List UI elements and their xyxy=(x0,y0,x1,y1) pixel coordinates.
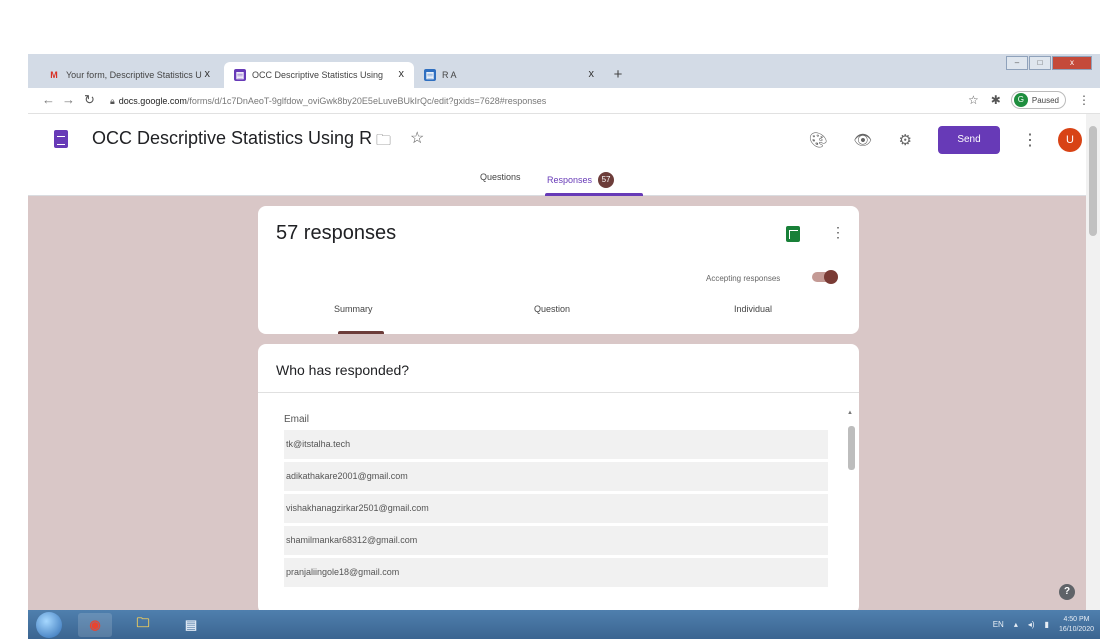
extension-icon[interactable]: ✱ xyxy=(991,93,1001,107)
explorer-icon[interactable]: 🗀︎ xyxy=(126,613,160,637)
page-scrollbar[interactable] xyxy=(1086,114,1100,610)
url-path: /forms/d/1c7DnAeoT-9glfdow_oviGwk8by20E5… xyxy=(186,96,547,106)
tab-responses-label: Responses xyxy=(547,175,593,185)
browser-window: M Your form, Descriptive Statistics U x … xyxy=(28,54,1100,639)
who-responded-card: Who has responded? Email tk@itstalha.tec… xyxy=(258,344,859,610)
folder-icon[interactable]: 🗀︎ xyxy=(376,130,391,155)
windows-start-icon[interactable] xyxy=(36,612,62,638)
scrollbar-thumb[interactable] xyxy=(848,426,855,470)
minimize-button[interactable]: – xyxy=(1006,56,1028,70)
tab-forms-active[interactable]: ▤ OCC Descriptive Statistics Using x xyxy=(224,62,414,88)
subtab-question[interactable]: Question xyxy=(534,304,570,314)
forms-header: OCC Descriptive Statistics Using R 🗀︎ ☆ … xyxy=(28,114,1100,196)
scroll-up-icon[interactable]: ▲ xyxy=(847,410,853,416)
tray-arrow-icon[interactable]: ▴ xyxy=(1014,620,1018,629)
doc-icon: ▤ xyxy=(424,69,436,81)
tab-title: OCC Descriptive Statistics Using xyxy=(252,70,384,80)
close-tab-icon[interactable]: x xyxy=(399,68,405,80)
settings-gear-icon[interactable]: ⚙ xyxy=(899,131,912,149)
profile-avatar: G xyxy=(1013,93,1028,107)
profile-paused-button[interactable]: G Paused xyxy=(1010,91,1066,109)
header-actions: 🎨︎ 👁︎ ⚙ Send ⋮ U xyxy=(808,126,1082,154)
forms-logo-icon[interactable] xyxy=(54,130,68,148)
email-list[interactable]: Email tk@itstalha.tech adikathakare2001@… xyxy=(284,410,828,590)
responses-summary-card: 57 responses ⋮ Accepting responses Summa… xyxy=(258,206,859,334)
tab-questions[interactable]: Questions xyxy=(480,172,521,182)
chrome-icon[interactable]: ◉ xyxy=(78,613,112,637)
accepting-responses-label: Accepting responses xyxy=(706,274,781,283)
preview-eye-icon[interactable]: 👁︎ xyxy=(854,131,873,149)
language-indicator[interactable]: EN xyxy=(993,620,1004,629)
forms-icon: ▤ xyxy=(234,69,246,81)
email-list-scrollbar[interactable]: ▲ xyxy=(845,410,857,610)
sheets-icon[interactable] xyxy=(786,226,800,242)
paused-label: Paused xyxy=(1031,95,1059,105)
volume-icon[interactable]: ◂) xyxy=(1028,620,1035,629)
system-tray: EN ▴ ◂) ▮ 4:50 PM 16/10/2020 xyxy=(993,610,1094,639)
window-controls: – □ x xyxy=(1005,56,1092,72)
network-icon[interactable]: ▮ xyxy=(1045,620,1049,629)
tab-gmail[interactable]: M Your form, Descriptive Statistics U x xyxy=(38,62,220,88)
help-icon[interactable]: ? xyxy=(1059,584,1075,600)
form-tabs: Questions Responses 57 xyxy=(28,166,1100,196)
tab-strip: M Your form, Descriptive Statistics U x … xyxy=(28,54,1100,88)
responses-count: 57 responses xyxy=(276,222,397,244)
scrollbar-thumb[interactable] xyxy=(1089,126,1097,236)
divider xyxy=(258,392,859,393)
subtab-summary[interactable]: Summary xyxy=(334,304,373,314)
clock-time: 4:50 PM xyxy=(1063,615,1090,623)
reload-icon[interactable]: ↻ xyxy=(84,92,95,108)
windows-taskbar: ◉ 🗀︎ ▤ EN ▴ ◂) ▮ 4:50 PM 16/10/2020 xyxy=(28,610,1100,639)
address-bar: ← → ↻ 🔒︎ docs.google.com/forms/d/1c7DnAeo… xyxy=(28,88,1100,114)
back-icon[interactable]: ← xyxy=(42,92,55,107)
tab-title: Your form, Descriptive Statistics U xyxy=(66,70,202,80)
more-vert-icon[interactable]: ⋮ xyxy=(1022,130,1038,150)
new-tab-button[interactable]: + xyxy=(609,66,627,84)
more-vert-icon[interactable]: ⋮ xyxy=(831,224,845,241)
star-icon[interactable]: ☆ xyxy=(968,93,979,107)
list-item: vishakhanagzirkar2501@gmail.com xyxy=(284,494,828,523)
close-tab-icon[interactable]: x xyxy=(589,68,595,80)
maximize-button[interactable]: □ xyxy=(1029,56,1051,70)
list-item: shamilmankar68312@gmail.com xyxy=(284,526,828,555)
star-icon[interactable]: ☆ xyxy=(410,128,424,148)
forward-icon[interactable]: → xyxy=(62,92,75,107)
clock-date: 16/10/2020 xyxy=(1058,625,1094,633)
toolbar-right: ☆ ✱ G Paused ⋮ xyxy=(956,91,1090,109)
list-item: adikathakare2001@gmail.com xyxy=(284,462,828,491)
url-field[interactable]: 🔒︎ docs.google.com/forms/d/1c7DnAeoT-9glf… xyxy=(110,91,930,111)
lock-icon: 🔒︎ xyxy=(110,96,115,106)
responses-count-badge: 57 xyxy=(598,172,615,188)
tab-ra[interactable]: ▤ R A x xyxy=(414,62,604,88)
close-tab-icon[interactable]: x xyxy=(205,68,211,80)
url-host: docs.google.com xyxy=(118,96,187,106)
form-title[interactable]: OCC Descriptive Statistics Using R xyxy=(92,128,372,149)
clock[interactable]: 4:50 PM 16/10/2020 xyxy=(1059,615,1094,635)
palette-icon[interactable]: 🎨︎ xyxy=(808,131,827,149)
avatar[interactable]: U xyxy=(1058,128,1082,152)
gmail-icon: M xyxy=(50,70,58,80)
app-icon[interactable]: ▤ xyxy=(174,613,208,637)
tab-responses[interactable]: Responses 57 xyxy=(547,172,615,188)
list-item: tk@itstalha.tech xyxy=(284,430,828,459)
active-subtab-indicator xyxy=(338,331,384,334)
responses-area: 57 responses ⋮ Accepting responses Summa… xyxy=(28,196,1086,610)
tab-title: R A xyxy=(442,70,457,80)
accepting-responses-toggle[interactable] xyxy=(812,270,838,284)
who-responded-title: Who has responded? xyxy=(276,362,410,378)
list-item: pranjaliingole18@gmail.com xyxy=(284,558,828,587)
toggle-knob xyxy=(824,270,838,284)
email-column-header: Email xyxy=(284,414,310,425)
chrome-menu-icon[interactable]: ⋮ xyxy=(1078,93,1090,107)
send-button[interactable]: Send xyxy=(938,126,1000,154)
subtab-individual[interactable]: Individual xyxy=(734,304,772,314)
close-window-button[interactable]: x xyxy=(1052,56,1092,70)
